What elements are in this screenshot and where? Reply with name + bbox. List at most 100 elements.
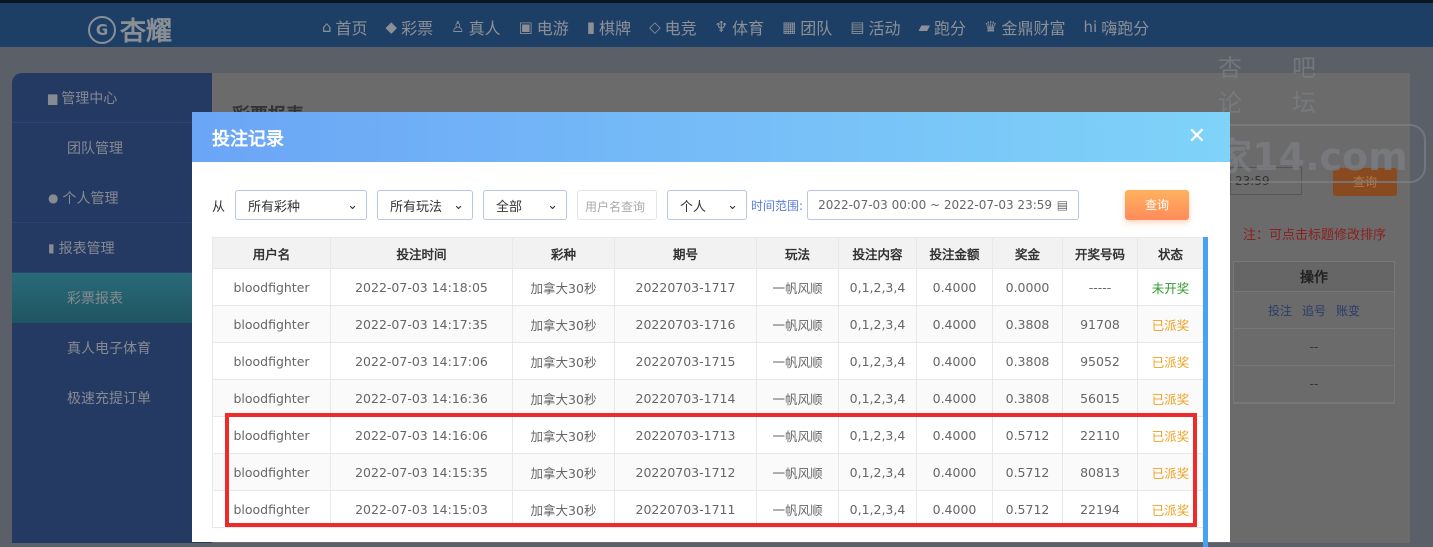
nav-item[interactable]: ▮ 棋牌	[587, 15, 631, 39]
sidebar-item[interactable]: 团队管理	[12, 123, 212, 173]
table-row: bloodfighter 2022-07-03 14:16:36 加拿大30秒 202…	[212, 379, 1204, 417]
column-header[interactable]: 开奖号码	[1062, 237, 1138, 269]
nav-item[interactable]: ⌂ 首页	[322, 15, 368, 39]
close-icon[interactable]: ✕	[1188, 124, 1206, 149]
from-label: 从	[212, 199, 226, 215]
op-link-chase: 追号	[1301, 303, 1326, 318]
table-row: bloodfighter 2022-07-03 14:17:06 加拿大30秒 202…	[212, 342, 1204, 380]
nav-item-label: 棋牌	[599, 19, 632, 38]
table-cell: 一帆风顺	[756, 379, 839, 417]
column-header[interactable]: 彩种	[512, 237, 615, 269]
nav-item[interactable]: ▰ 跑分	[919, 15, 967, 39]
column-header[interactable]: 投注内容	[838, 237, 917, 269]
cards-icon: ▮	[586, 18, 596, 36]
table-cell: 2022-07-03 14:16:36	[330, 379, 513, 417]
table-cell: 0.4000	[916, 342, 993, 380]
sidebar-item[interactable]: 极速充提订单	[12, 373, 212, 423]
table-cell: bloodfighter	[212, 342, 331, 380]
column-header[interactable]: 玩法	[756, 237, 839, 269]
sidebar-item[interactable]: ● 个人管理	[12, 173, 212, 223]
chevron-down-icon: ⌄	[453, 197, 465, 213]
date-range-input[interactable]: 2022-07-03 00:00 ~ 2022-07-03 23:59 ▤	[807, 190, 1080, 220]
nav-item[interactable]: ▤ 活动	[850, 15, 900, 39]
nav-item-label: 首页	[335, 19, 368, 38]
logo-badge-icon: G	[88, 15, 116, 44]
slot-icon: ▣	[518, 18, 533, 36]
sidebar-item[interactable]: 彩票报表	[12, 273, 212, 323]
column-header[interactable]: 用户名	[212, 237, 331, 269]
logo[interactable]: G 杏耀	[88, 11, 172, 48]
nav-item-label: 活动	[868, 19, 901, 38]
column-header[interactable]: 奖金	[992, 237, 1063, 269]
query-button[interactable]: 查询	[1125, 190, 1190, 220]
column-header[interactable]: 状态	[1137, 237, 1204, 269]
column-header[interactable]: 期号	[614, 237, 757, 269]
top-nav: G 杏耀 ⌂ 首页 ◆ 彩票 ♙ 真人 ▣ 电游 ▮ 棋牌 ◇ 电竞 ♆ 体育 ▦ 团队 ▤ 活动 ▰ 跑分 ♛ 金鼎财富 h…	[0, 0, 1433, 47]
home-icon: ⌂	[322, 18, 332, 36]
sidebar-item[interactable]: ▆ 管理中心	[12, 73, 212, 123]
sidebar-item-label: 报表管理	[58, 240, 115, 257]
gift-icon: ▤	[850, 18, 865, 36]
nav-item[interactable]: hi 嗨跑分	[1084, 15, 1150, 39]
nav-item[interactable]: ♛ 金鼎财富	[984, 15, 1065, 39]
nav-item-label: 跑分	[934, 19, 967, 38]
highlight-box	[225, 413, 1197, 527]
table-cell: 已派奖	[1137, 379, 1204, 417]
nav-item-label: 团队	[800, 19, 833, 38]
chevron-down-icon: ⌄	[347, 197, 359, 213]
sort-note: 注：可点击标题修改排序	[1243, 228, 1387, 243]
table-cell: 0.4000	[916, 305, 993, 343]
table-cell: bloodfighter	[212, 379, 331, 417]
sidebar-item-label: 管理中心	[61, 90, 118, 107]
table-cell: 0.4000	[916, 268, 993, 306]
table-row: bloodfighter 2022-07-03 14:18:05 加拿大30秒 202…	[212, 268, 1204, 306]
sidebar-item[interactable]: ▮ 报表管理	[12, 223, 212, 273]
nav-item-label: 电竞	[664, 19, 697, 38]
who-select[interactable]: 个人 ⌄	[667, 190, 748, 220]
nav-item[interactable]: ◇ 电竞	[649, 15, 697, 39]
table-cell: 未开奖	[1137, 268, 1204, 306]
table-cell: 加拿大30秒	[512, 379, 615, 417]
chevron-down-icon: ⌄	[727, 197, 739, 213]
bg-table: 操作 投注 追号 账变 -- --	[1233, 261, 1395, 404]
scope-select[interactable]: 全部 ⌄	[483, 190, 568, 220]
report-icon: ▮	[48, 240, 55, 255]
gamepad-icon: ◇	[649, 18, 661, 36]
column-header[interactable]: 投注时间	[330, 237, 513, 269]
nav-item[interactable]: ◆ 彩票	[386, 15, 434, 39]
table-cell: 20220703-1714	[614, 379, 757, 417]
lottery-select[interactable]: 所有彩种 ⌄	[235, 190, 368, 220]
nav-item-label: 体育	[732, 19, 765, 38]
tripod-icon: ♛	[984, 18, 998, 36]
table-row: bloodfighter 2022-07-03 14:17:35 加拿大30秒 202…	[212, 305, 1204, 343]
nav-item[interactable]: ♆ 体育	[715, 15, 764, 39]
table-cell: 0.3808	[992, 379, 1063, 417]
nav-item[interactable]: ▣ 电游	[519, 15, 569, 39]
team-icon: ▦	[782, 18, 797, 36]
table-cell: 0.4000	[916, 379, 993, 417]
chevron-down-icon: ⌄	[547, 197, 559, 213]
op-header: 操作	[1234, 262, 1394, 292]
column-header[interactable]: 投注金额	[916, 237, 993, 269]
play-select[interactable]: 所有玩法 ⌄	[377, 190, 474, 220]
nav-item[interactable]: ▦ 团队	[782, 15, 832, 39]
sidebar-item[interactable]: 真人电子体育	[12, 323, 212, 373]
username-input[interactable]: 用户名查询	[577, 190, 658, 220]
nav-item-label: 嗨跑分	[1101, 19, 1150, 38]
table-cell: 加拿大30秒	[512, 305, 615, 343]
team-icon: ▆	[48, 90, 58, 105]
table-cell: 2022-07-03 14:17:06	[330, 342, 513, 380]
table-cell: 0.3808	[992, 305, 1063, 343]
scrollbar[interactable]	[1203, 237, 1208, 547]
table-cell: 已派奖	[1137, 342, 1204, 380]
time-range-label: 时间范围:	[751, 198, 804, 213]
table-cell: 一帆风顺	[756, 305, 839, 343]
nav-item[interactable]: ♙ 真人	[451, 15, 500, 39]
hi-icon: hi	[1083, 18, 1098, 36]
nav-item-label: 真人	[468, 19, 501, 38]
rhino-icon: ▰	[918, 18, 931, 36]
table-cell: 20220703-1717	[614, 268, 757, 306]
nav-item-label: 电游	[536, 19, 569, 38]
table-cell: 20220703-1715	[614, 342, 757, 380]
logo-text: 杏耀	[120, 17, 173, 47]
